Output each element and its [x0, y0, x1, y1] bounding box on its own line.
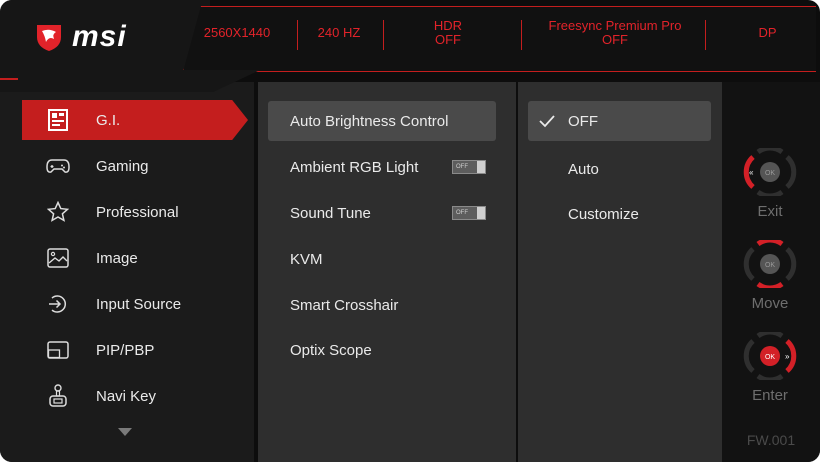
menu-item-gi[interactable]: G.I.	[22, 100, 248, 140]
joystick-enter-icon: OK »	[743, 329, 797, 383]
option-customize[interactable]: Customize	[528, 194, 711, 234]
sound-tune-toggle[interactable]: OFF	[452, 206, 486, 220]
resolution-status: 2560X1440	[203, 25, 271, 40]
navkey-enter: OK » Enter	[735, 329, 805, 404]
menu-item-label: G.I.	[96, 111, 121, 129]
submenu-item-optix-scope[interactable]: Optix Scope	[268, 330, 496, 370]
submenu-item-kvm[interactable]: KVM	[268, 239, 496, 279]
menu-item-label: PIP/PBP	[96, 341, 155, 359]
menu-item-label: Professional	[96, 203, 179, 221]
exit-label: Exit	[757, 203, 783, 220]
move-label: Move	[751, 295, 789, 312]
submenu-item-auto-brightness[interactable]: Auto Brightness Control	[268, 101, 496, 141]
joystick-icon	[46, 384, 70, 408]
navkey-exit: OK « Exit	[735, 145, 805, 220]
navkey-move: OK Move	[735, 237, 805, 312]
submenu-item-ambient-rgb[interactable]: Ambient RGB Light OFF	[268, 147, 496, 187]
dragon-shield-icon	[37, 25, 61, 51]
gaming-intelligence-icon	[46, 108, 70, 132]
option-auto[interactable]: Auto	[528, 149, 711, 189]
menu-item-label: Gaming	[96, 157, 149, 175]
joystick-exit-icon: OK «	[743, 145, 797, 199]
svg-text:«: «	[749, 168, 754, 177]
star-icon	[46, 200, 70, 224]
osd-frame: msi 2560X1440 240 HZ HDR OFF Freesync Pre…	[0, 0, 820, 462]
menu-item-pip-pbp[interactable]: PIP/PBP	[22, 330, 248, 370]
menu-item-label: Input Source	[96, 295, 182, 313]
menu-item-navi-key[interactable]: Navi Key	[22, 376, 248, 416]
scroll-down-arrow-icon[interactable]	[118, 428, 132, 436]
hdr-status: HDR OFF	[433, 18, 463, 47]
menu-item-label: Navi Key	[96, 387, 157, 405]
checkmark-icon	[539, 115, 555, 128]
svg-text:OK: OK	[765, 170, 775, 177]
menu-item-professional[interactable]: Professional	[22, 192, 248, 232]
menu-item-image[interactable]: Image	[22, 238, 248, 278]
svg-text:»: »	[785, 352, 790, 361]
joystick-move-icon: OK	[743, 237, 797, 291]
svg-text:OK: OK	[765, 354, 775, 361]
ambient-rgb-toggle[interactable]: OFF	[452, 160, 486, 174]
submenu-item-sound-tune[interactable]: Sound Tune OFF	[268, 193, 496, 233]
menu-item-label: Image	[96, 249, 138, 267]
submenu-item-smart-crosshair[interactable]: Smart Crosshair	[268, 285, 496, 325]
freesync-status: Freesync Premium Pro OFF	[548, 18, 682, 47]
pip-icon	[46, 338, 70, 362]
input-source-icon	[46, 292, 70, 316]
input-status: DP	[758, 25, 777, 40]
menu-item-input-source[interactable]: Input Source	[22, 284, 248, 324]
enter-label: Enter	[752, 387, 788, 404]
firmware-version: FW.001	[746, 432, 796, 448]
option-off[interactable]: OFF	[528, 101, 711, 141]
brand-name: msi	[72, 20, 127, 53]
image-icon	[46, 246, 70, 270]
svg-text:OK: OK	[765, 262, 775, 269]
msi-logo: msi	[34, 20, 127, 54]
menu-item-gaming[interactable]: Gaming	[22, 146, 248, 186]
gamepad-icon	[46, 154, 70, 178]
refresh-rate-status: 240 HZ	[317, 25, 361, 40]
